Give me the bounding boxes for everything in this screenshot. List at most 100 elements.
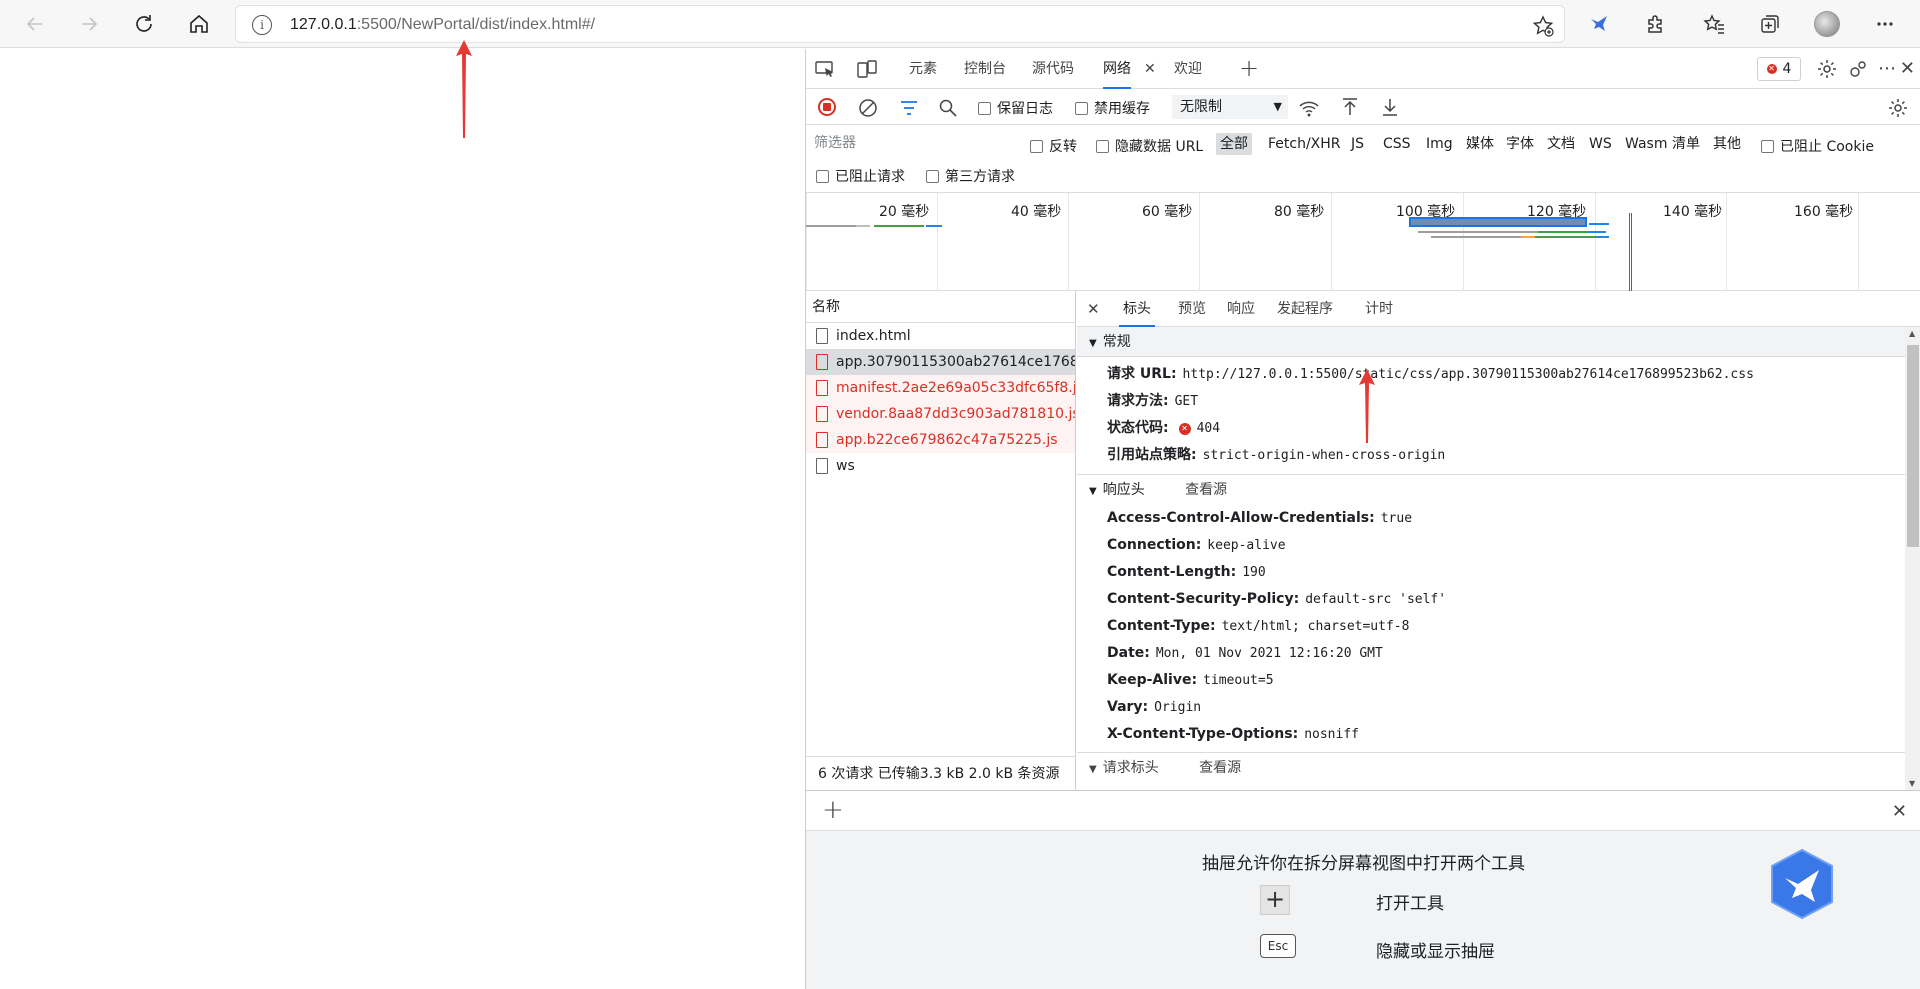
clear-icon[interactable] xyxy=(858,98,878,122)
name-column-header[interactable]: 名称 xyxy=(806,291,1075,323)
header-row: Date: Mon, 01 Nov 2021 12:16:20 GMT xyxy=(1107,645,1383,661)
device-toolbar-icon[interactable] xyxy=(856,59,878,83)
url-text: 127.0.0.1:5500/NewPortal/dist/index.html… xyxy=(290,16,596,33)
waterfall-bar xyxy=(1589,223,1609,225)
third-party-checkbox[interactable]: 第三方请求 xyxy=(926,166,1015,186)
tab-network[interactable]: 网络 xyxy=(1103,49,1131,89)
document-icon xyxy=(816,458,828,474)
filter-type-img[interactable]: Img xyxy=(1426,133,1453,155)
waterfall-bar xyxy=(856,225,870,227)
invert-checkbox[interactable]: 反转 xyxy=(1030,136,1077,156)
close-details-icon[interactable]: ✕ xyxy=(1087,300,1100,318)
header-row: Content-Type: text/html; charset=utf-8 xyxy=(1107,618,1410,634)
back-button[interactable] xyxy=(18,7,52,41)
waterfall-bar xyxy=(1418,231,1538,233)
wifi-settings-icon[interactable] xyxy=(1298,98,1320,122)
response-headers-section-header[interactable]: ▼ 响应头 查看源 xyxy=(1077,475,1905,505)
open-tool-plus-icon[interactable]: + xyxy=(1260,885,1290,915)
arrow-right-icon xyxy=(82,17,98,31)
filter-type-css[interactable]: CSS xyxy=(1383,133,1411,155)
network-timeline[interactable]: 20 毫秒 40 毫秒 60 毫秒 80 毫秒 100 毫秒 120 毫秒 14… xyxy=(806,193,1920,291)
request-row[interactable]: app.30790115300ab27614ce1768... xyxy=(806,349,1075,375)
request-list: 名称 index.html app.30790115300ab27614ce17… xyxy=(806,291,1076,790)
favorites-icon[interactable] xyxy=(1699,9,1729,39)
more-options-icon[interactable]: ⋯ xyxy=(1878,58,1896,79)
waterfall-bar xyxy=(1535,236,1595,238)
tab-sources[interactable]: 源代码 xyxy=(1032,49,1074,89)
open-tool-label[interactable]: 打开工具 xyxy=(1376,889,1444,914)
request-headers-section-header[interactable]: ▼ 请求标头 查看源 xyxy=(1077,752,1905,782)
address-bar[interactable]: i 127.0.0.1:5500/NewPortal/dist/index.ht… xyxy=(235,5,1565,43)
add-drawer-tool-icon[interactable]: + xyxy=(822,795,844,825)
blocked-cookies-checkbox[interactable]: 已阻止 Cookie xyxy=(1761,136,1874,156)
inspect-element-icon[interactable] xyxy=(814,59,836,83)
header-row: 状态代码: ✕ 404 xyxy=(1107,420,1221,436)
request-row[interactable]: index.html xyxy=(806,323,1075,349)
error-icon: ✕ xyxy=(1766,64,1777,74)
filter-type-all[interactable]: 全部 xyxy=(1216,133,1252,155)
filter-funnel-icon[interactable] xyxy=(899,98,919,122)
home-icon xyxy=(190,14,208,33)
close-drawer-icon[interactable]: ✕ xyxy=(1892,801,1907,822)
filter-type-manifest[interactable]: 清单 xyxy=(1672,133,1700,155)
settings-gear-icon[interactable] xyxy=(1816,58,1838,84)
close-devtools-icon[interactable]: ✕ xyxy=(1900,58,1915,79)
customize-icon[interactable] xyxy=(1847,58,1869,84)
filter-type-font[interactable]: 字体 xyxy=(1506,133,1534,155)
tab-welcome[interactable]: 欢迎 xyxy=(1174,49,1202,89)
filter-type-doc[interactable]: 文档 xyxy=(1547,133,1575,155)
arrow-left-icon xyxy=(26,17,42,31)
scroll-down-icon[interactable]: ▼ xyxy=(1909,779,1915,788)
error-count-badge[interactable]: ✕ 4 xyxy=(1757,57,1801,81)
profile-avatar[interactable] xyxy=(1812,9,1842,39)
import-har-icon[interactable] xyxy=(1340,97,1360,121)
filter-input[interactable]: 筛选器 xyxy=(810,131,1015,155)
blocked-requests-checkbox[interactable]: 已阻止请求 xyxy=(816,166,905,186)
more-menu-icon[interactable] xyxy=(1870,9,1900,39)
general-section-header[interactable]: ▼ 常规 xyxy=(1077,327,1905,357)
esc-key-badge: Esc xyxy=(1260,934,1296,958)
network-settings-icon[interactable] xyxy=(1887,97,1909,123)
add-tab-icon[interactable]: + xyxy=(1239,54,1259,82)
tick-label: 80 毫秒 xyxy=(1274,204,1325,220)
view-source-link[interactable]: 查看源 xyxy=(1185,482,1227,498)
disable-cache-checkbox[interactable]: 禁用缓存 xyxy=(1075,98,1150,118)
header-row: X-Content-Type-Options: nosniff xyxy=(1107,726,1359,742)
filter-type-media[interactable]: 媒体 xyxy=(1466,133,1494,155)
close-tab-icon[interactable]: ✕ xyxy=(1144,61,1156,77)
tab-timing[interactable]: 计时 xyxy=(1365,291,1393,327)
extensions-puzzle-icon[interactable] xyxy=(1640,9,1670,39)
filter-type-fetch[interactable]: Fetch/XHR xyxy=(1268,133,1341,155)
extension-bird-icon[interactable] xyxy=(1584,9,1614,39)
tab-elements[interactable]: 元素 xyxy=(909,49,937,89)
filter-type-js[interactable]: JS xyxy=(1351,133,1364,155)
scroll-up-icon[interactable]: ▲ xyxy=(1909,329,1915,338)
add-favorite-icon[interactable] xyxy=(1532,15,1554,41)
tab-console[interactable]: 控制台 xyxy=(964,49,1006,89)
hide-data-urls-checkbox[interactable]: 隐藏数据 URL xyxy=(1096,136,1203,156)
forward-button[interactable] xyxy=(72,7,106,41)
export-har-icon[interactable] xyxy=(1380,97,1400,121)
request-row[interactable]: app.b22ce679862c47a75225.js xyxy=(806,427,1075,453)
collections-icon[interactable] xyxy=(1755,9,1785,39)
request-row[interactable]: vendor.8aa87dd3c903ad781810.js xyxy=(806,401,1075,427)
scrollbar-thumb[interactable] xyxy=(1907,345,1919,547)
tab-response[interactable]: 响应 xyxy=(1227,291,1255,327)
scrollbar[interactable]: ▲ ▼ xyxy=(1905,327,1920,790)
devtools-tab-bar: 元素 控制台 源代码 网络 ✕ 欢迎 + ✕ 4 ⋯ ✕ xyxy=(806,49,1920,89)
preserve-log-checkbox[interactable]: 保留日志 xyxy=(978,98,1053,118)
tab-preview[interactable]: 预览 xyxy=(1178,291,1206,327)
tab-initiator[interactable]: 发起程序 xyxy=(1277,291,1333,327)
filter-type-ws[interactable]: WS xyxy=(1589,133,1612,155)
record-stop-icon[interactable] xyxy=(818,98,836,116)
filter-type-wasm[interactable]: Wasm xyxy=(1625,133,1667,155)
refresh-button[interactable] xyxy=(127,7,161,41)
filter-type-other[interactable]: 其他 xyxy=(1713,133,1741,155)
home-button[interactable] xyxy=(182,7,216,41)
info-icon[interactable]: i xyxy=(252,15,272,35)
request-row[interactable]: ws xyxy=(806,453,1075,479)
throttle-select[interactable]: 无限制 ▼ xyxy=(1172,95,1288,119)
tab-headers[interactable]: 标头 xyxy=(1119,291,1155,327)
search-icon[interactable] xyxy=(938,98,958,122)
request-row[interactable]: manifest.2ae2e69a05c33dfc65f8.js xyxy=(806,375,1075,401)
